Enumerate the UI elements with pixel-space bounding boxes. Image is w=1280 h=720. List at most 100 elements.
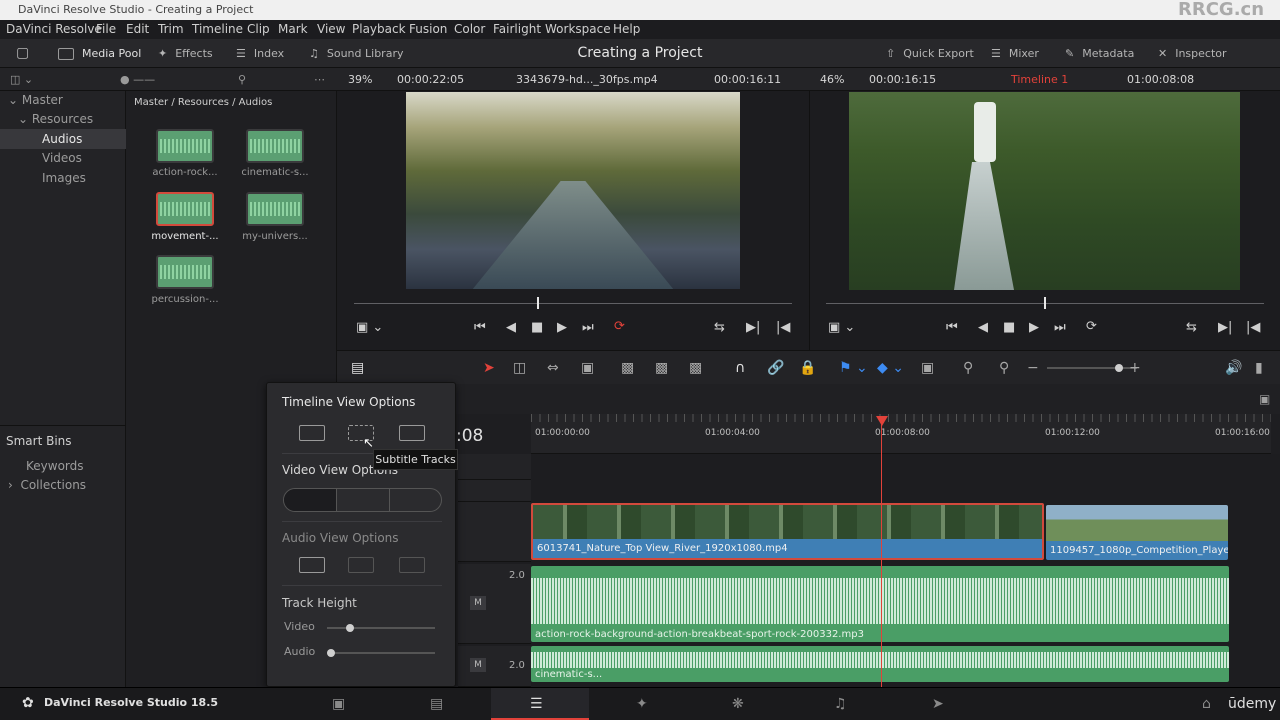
loop-icon[interactable]: ⟳ [614, 319, 625, 334]
media-pool-button[interactable]: Media Pool [58, 39, 141, 68]
volume-icon[interactable]: 🔊 [1225, 360, 1242, 376]
zoom-detail-icon[interactable]: ⚲ [963, 360, 973, 376]
zoom-out-icon[interactable]: − [1027, 360, 1039, 376]
playhead-handle[interactable] [876, 416, 888, 426]
zoom-full-icon[interactable]: ▣ [921, 360, 934, 376]
quick-export-button[interactable]: ⇧ Quick Export [886, 39, 974, 68]
fusion-page-icon[interactable]: ✦ [636, 696, 648, 712]
jump-end-icon[interactable]: ⏭ [1054, 320, 1066, 335]
menu-fairlight[interactable]: Fairlight [493, 20, 541, 39]
menu-davinci[interactable]: DaVinci Resolve [6, 20, 102, 39]
inspector-button[interactable]: ✕ Inspector [1158, 39, 1227, 68]
menu-trim[interactable]: Trim [158, 20, 184, 39]
menu-edit[interactable]: Edit [126, 20, 149, 39]
audio-clip-thumb[interactable] [246, 192, 304, 226]
audio-waveform-line-icon[interactable] [399, 557, 425, 573]
play-reverse-icon[interactable]: ◀ [506, 320, 516, 335]
images-bin[interactable]: Images [42, 169, 86, 187]
mark-in-icon[interactable]: ▶| [1218, 320, 1232, 335]
audio-waveform-full-icon[interactable] [299, 557, 325, 573]
mixer-button[interactable]: ☰ Mixer [991, 39, 1039, 68]
audio-waveform-view-icon[interactable] [399, 425, 425, 441]
menu-color[interactable]: Color [454, 20, 485, 39]
collections-bin[interactable]: › Collections [8, 476, 86, 494]
videos-bin[interactable]: Videos [42, 149, 82, 167]
track-header-subtitle[interactable] [458, 454, 531, 480]
mark-in-icon[interactable]: ▶| [746, 320, 760, 335]
jump-start-icon[interactable]: ⏮ [474, 320, 486, 335]
snapping-icon[interactable]: ∩ [735, 360, 745, 376]
program-viewer-image[interactable] [849, 92, 1240, 290]
sound-library-button[interactable]: ♫ Sound Library [309, 39, 403, 68]
zoom-slider[interactable] [1047, 367, 1137, 369]
metadata-button[interactable]: ✎ Metadata [1065, 39, 1134, 68]
media-page-icon[interactable]: ▣ [332, 696, 345, 712]
track-header-a1[interactable]: 2.0 M [458, 564, 531, 644]
track-header-a2[interactable]: 2.0 M [458, 646, 531, 687]
stop-icon[interactable]: ■ [1003, 320, 1015, 335]
audio-waveform-half-icon[interactable] [348, 557, 374, 573]
menu-clip[interactable]: Clip [247, 20, 270, 39]
play-icon[interactable]: ▶ [557, 320, 567, 335]
stacked-timelines-icon[interactable] [299, 425, 325, 441]
zoom-in-icon[interactable]: + [1129, 360, 1141, 376]
video-height-slider[interactable] [327, 624, 435, 632]
audio-height-knob[interactable] [327, 649, 335, 657]
timeline-selector[interactable]: Timeline 1 [1011, 68, 1068, 91]
match-frame-icon[interactable]: ⇆ [1186, 320, 1197, 335]
audio-clip-thumb[interactable] [156, 129, 214, 163]
edit-page-icon[interactable]: ☰ [530, 696, 543, 712]
a2-mute-button[interactable]: M [470, 658, 486, 672]
resources-bin[interactable]: ⌄ Resources [18, 110, 93, 128]
position-lock-icon[interactable]: 🔒 [799, 360, 816, 376]
audio-clip[interactable]: cinematic-s... [531, 646, 1229, 682]
trim-tool-icon[interactable]: ◫ [513, 360, 526, 376]
keywords-bin[interactable]: Keywords [26, 457, 84, 475]
flag-icon[interactable]: ⚑ ⌄ [839, 360, 868, 376]
jump-end-icon[interactable]: ⏭ [582, 320, 594, 335]
color-page-icon[interactable]: ❋ [732, 696, 744, 712]
source-scrub-bar[interactable] [354, 303, 792, 304]
match-frame-icon[interactable]: ⇆ [714, 320, 725, 335]
timeline-playhead[interactable] [881, 420, 882, 687]
menu-timeline[interactable]: Timeline [192, 20, 243, 39]
replace-clip-icon[interactable]: ▩ [689, 360, 702, 376]
timeline-ruler[interactable]: 01:00:00:00 01:00:04:00 01:00:08:00 01:0… [531, 414, 1271, 454]
menu-workspace[interactable]: Workspace [545, 20, 611, 39]
track-header-v2[interactable] [458, 480, 531, 502]
loop-icon[interactable]: ⟳ [1086, 319, 1097, 334]
program-playhead[interactable] [1044, 297, 1046, 309]
overwrite-clip-icon[interactable]: ▩ [655, 360, 668, 376]
play-reverse-icon[interactable]: ◀ [978, 320, 988, 335]
menu-playback[interactable]: Playback [352, 20, 406, 39]
more-options-icon[interactable]: ⋯ [314, 68, 325, 91]
zoom-slider-knob[interactable] [1115, 364, 1123, 372]
thumbnail-size-slider[interactable]: ● —— [120, 68, 155, 91]
video-thumbnail-view-button[interactable] [337, 489, 390, 511]
source-playhead[interactable] [537, 297, 539, 309]
program-zoom[interactable]: 46% [820, 68, 844, 91]
audio-height-slider[interactable] [327, 649, 435, 657]
audio-clip-thumb-selected[interactable] [156, 192, 214, 226]
a1-mute-button[interactable]: M [470, 596, 486, 610]
index-button[interactable]: ☰ Index [236, 39, 284, 68]
mark-out-icon[interactable]: |◀ [1246, 320, 1260, 335]
menu-view[interactable]: View [317, 20, 345, 39]
timeline-view-options-icon[interactable]: ▤ [351, 360, 364, 376]
panel-toggle-icon[interactable]: ◫ ⌄ [10, 68, 33, 91]
audio-meter-icon[interactable]: ▮ [1255, 360, 1263, 376]
video-clip[interactable]: 1109457_1080p_Competition_Player_12... [1046, 505, 1228, 560]
audio-clip-thumb[interactable] [156, 255, 214, 289]
dynamic-trim-icon[interactable]: ⇔ [547, 360, 559, 376]
menu-mark[interactable]: Mark [278, 20, 308, 39]
source-clip-name[interactable]: 3343679-hd..._30fps.mp4 [516, 68, 658, 91]
audios-bin[interactable]: Audios [42, 130, 82, 148]
menu-file[interactable]: File [96, 20, 116, 39]
jump-start-icon[interactable]: ⏮ [946, 320, 958, 335]
video-height-knob[interactable] [346, 624, 355, 632]
audio-clip-thumb[interactable] [246, 129, 304, 163]
cut-page-icon[interactable]: ▤ [430, 696, 443, 712]
crop-icon[interactable]: ▣ ⌄ [828, 320, 855, 335]
deliver-page-icon[interactable]: ➤ [932, 696, 944, 712]
track-header-v1[interactable] [458, 502, 531, 562]
